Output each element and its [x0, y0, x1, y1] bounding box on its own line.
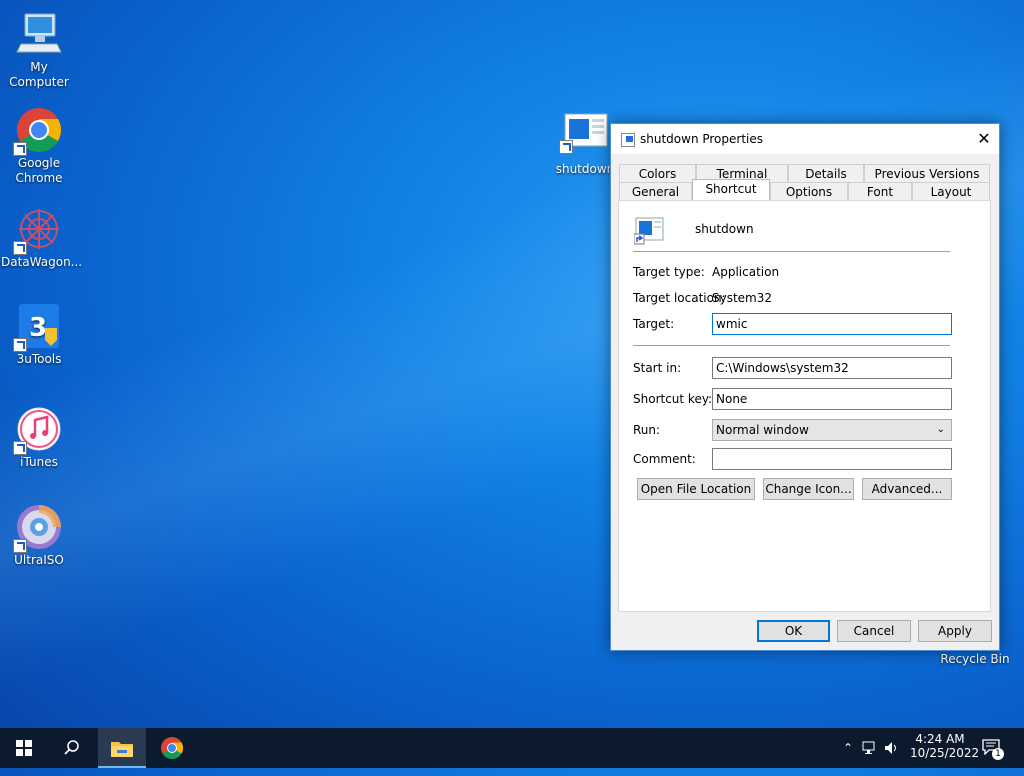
- shortcut-arrow-icon: [13, 338, 27, 352]
- search-icon: [64, 740, 79, 755]
- run-select-value: Normal window: [716, 423, 809, 437]
- shortcut-tab-panel: shutdown Target type: Application Target…: [618, 200, 991, 612]
- shortcut-arrow-icon: [13, 441, 27, 455]
- computer-icon: [15, 10, 63, 58]
- tab-previous-versions[interactable]: Previous Versions: [864, 164, 990, 182]
- tab-font[interactable]: Font: [848, 182, 912, 200]
- run-select[interactable]: Normal window ⌄: [712, 419, 952, 441]
- start-in-label: Start in:: [633, 361, 682, 375]
- chevron-down-icon: ⌄: [936, 424, 945, 435]
- shortcut-arrow-icon: [13, 142, 27, 156]
- cancel-button[interactable]: Cancel: [837, 620, 911, 642]
- shortcut-icon: [621, 133, 635, 147]
- notification-center-button[interactable]: 1: [982, 728, 1008, 768]
- shortcut-key-field[interactable]: None: [712, 388, 952, 410]
- desktop-icon-itunes[interactable]: iTunes: [1, 405, 77, 470]
- search-button[interactable]: [48, 728, 96, 768]
- desktop-icon-label: My Computer: [9, 60, 69, 89]
- divider: [633, 345, 950, 346]
- target-type-label: Target type:: [633, 265, 705, 279]
- run-label: Run:: [633, 423, 661, 437]
- target-field[interactable]: wmic: [712, 313, 952, 335]
- shortcut-name: shutdown: [695, 222, 754, 236]
- chrome-icon: [13, 106, 63, 156]
- target-type-value: Application: [712, 265, 780, 279]
- volume-icon[interactable]: [884, 728, 904, 768]
- shortcut-key-label: Shortcut key:: [633, 392, 713, 406]
- taskbar: ⌃ 4:24 AM 10/25/2022 1: [0, 728, 1024, 768]
- desktop-icon-google-chrome[interactable]: Google Chrome: [1, 106, 77, 186]
- target-location-value: System32: [712, 291, 773, 305]
- open-file-location-button[interactable]: Open File Location: [637, 478, 755, 500]
- tab-details[interactable]: Details: [788, 164, 864, 182]
- dialog-titlebar[interactable]: shutdown Properties ✕: [611, 124, 999, 154]
- taskbar-chrome[interactable]: [148, 728, 196, 768]
- desktop-icon-datawagon[interactable]: DataWagon...: [1, 205, 82, 270]
- desktop-icon-my-computer[interactable]: My Computer: [1, 10, 77, 90]
- desktop-icon-label: Google Chrome: [15, 156, 63, 185]
- comment-label: Comment:: [633, 452, 696, 466]
- folder-icon: [111, 742, 133, 757]
- ok-button[interactable]: OK: [757, 620, 830, 642]
- chrome-icon: [161, 737, 183, 759]
- tab-shortcut[interactable]: Shortcut: [692, 179, 770, 200]
- taskbar-file-explorer[interactable]: [98, 728, 146, 768]
- apply-button[interactable]: Apply: [918, 620, 992, 642]
- comment-field[interactable]: [712, 448, 952, 470]
- shortcut-arrow-icon: [559, 140, 573, 154]
- network-icon[interactable]: [862, 728, 882, 768]
- notification-count: 1: [992, 748, 1004, 760]
- shortcut-icon: [559, 112, 609, 160]
- close-icon[interactable]: ✕: [969, 124, 999, 154]
- clock[interactable]: 4:24 AM 10/25/2022: [910, 728, 980, 768]
- target-label: Target:: [633, 317, 675, 331]
- start-button[interactable]: [0, 728, 48, 768]
- tab-options[interactable]: Options: [770, 182, 848, 200]
- clock-time: 4:24 AM: [915, 732, 965, 746]
- shortcut-arrow-icon: [13, 241, 27, 255]
- advanced-button[interactable]: Advanced...: [862, 478, 952, 500]
- desktop-icon-label: 3uTools: [16, 352, 62, 366]
- itunes-icon: [13, 405, 63, 455]
- shortcut-properties-dialog: shutdown Properties ✕ Colors Terminal De…: [610, 123, 1000, 651]
- desktop-icon-recycle-bin[interactable]: Recycle Bin: [937, 652, 1013, 667]
- datawagon-icon: [13, 205, 63, 255]
- start-in-field[interactable]: C:\Windows\system32: [712, 357, 952, 379]
- tab-general[interactable]: General: [619, 182, 692, 200]
- chevron-up-icon[interactable]: ⌃: [838, 728, 858, 768]
- clock-date: 10/25/2022: [910, 746, 980, 760]
- change-icon-button[interactable]: Change Icon...: [763, 478, 854, 500]
- svg-text:3: 3: [29, 313, 47, 343]
- desktop-icon-label: iTunes: [20, 455, 58, 469]
- tab-layout[interactable]: Layout: [912, 182, 990, 200]
- dialog-title: shutdown Properties: [640, 132, 764, 146]
- desktop-icon-label: shutdown: [555, 162, 615, 176]
- desktop-icon-label: Recycle Bin: [940, 652, 1010, 666]
- desktop-icon-label: UltraISO: [14, 553, 64, 567]
- shortcut-arrow-icon: [13, 539, 27, 553]
- shortcut-icon: [633, 217, 664, 245]
- desktop-icon-ultraiso[interactable]: UltraISO: [1, 503, 77, 568]
- 3utools-icon: 3: [13, 302, 63, 352]
- ultraiso-icon: [13, 503, 63, 553]
- divider: [633, 251, 950, 252]
- tab-colors[interactable]: Colors: [619, 164, 696, 182]
- desktop-icon-3utools[interactable]: 3 3uTools: [1, 302, 77, 367]
- windows-logo-icon: [16, 740, 32, 756]
- desktop-icon-label: DataWagon...: [1, 255, 83, 269]
